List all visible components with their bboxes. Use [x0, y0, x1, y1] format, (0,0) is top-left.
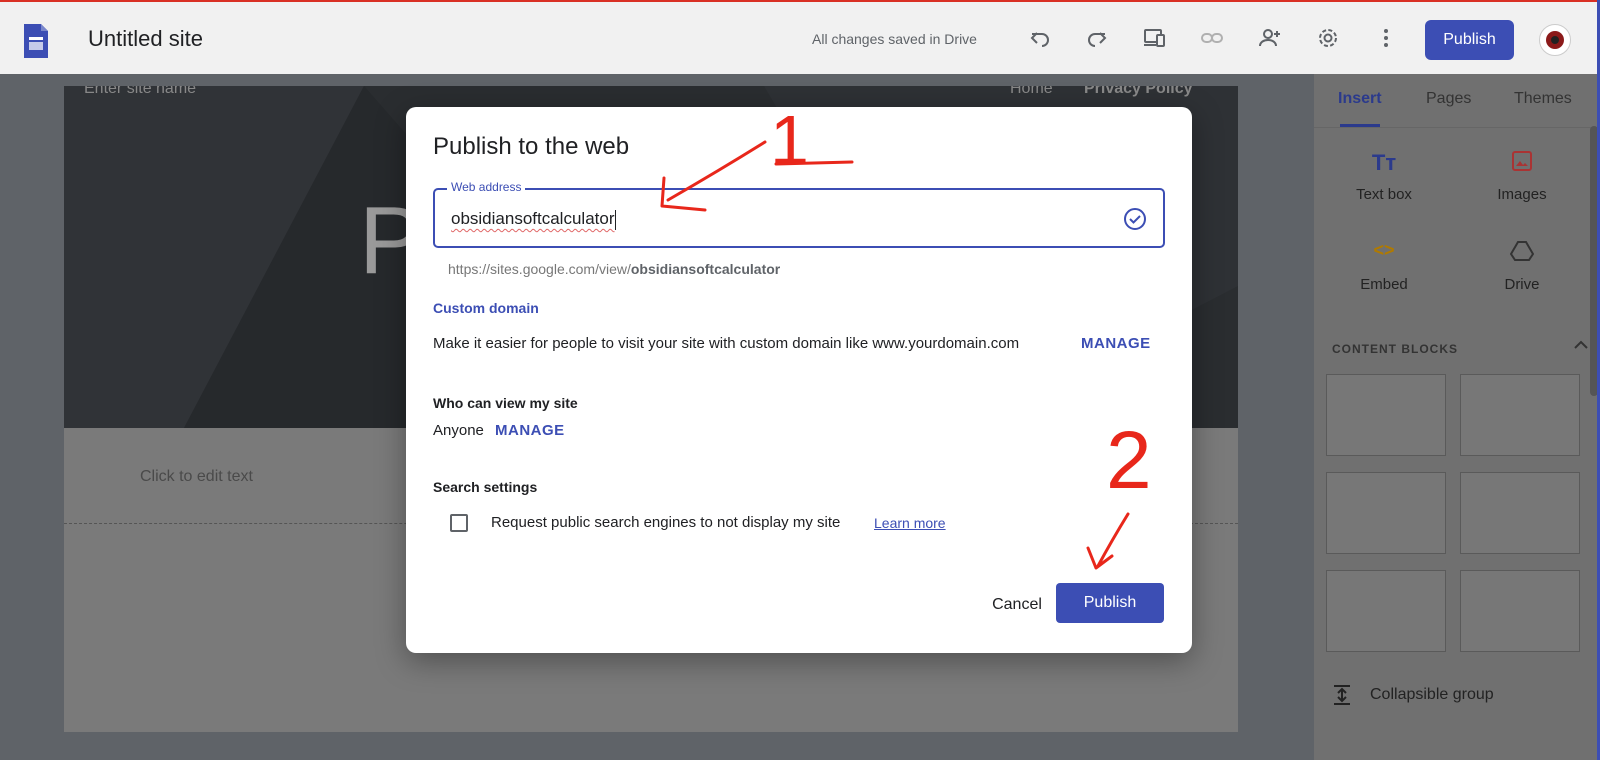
- dialog-title: Publish to the web: [433, 133, 630, 160]
- content-blocks-heading: CONTENT BLOCKS: [1332, 342, 1458, 356]
- publish-button[interactable]: Publish: [1056, 583, 1164, 623]
- preview-devices-icon[interactable]: [1140, 24, 1168, 52]
- google-sites-logo-icon[interactable]: [22, 22, 50, 60]
- edit-text-placeholder[interactable]: Click to edit text: [140, 468, 253, 486]
- side-panel-tabs: Insert Pages Themes: [1314, 74, 1600, 128]
- collapsible-group-item[interactable]: Collapsible group: [1332, 684, 1494, 706]
- top-bar: Untitled site All changes saved in Drive…: [0, 0, 1600, 74]
- who-can-view-value: Anyone: [433, 422, 484, 439]
- manage-custom-domain-button[interactable]: MANAGE: [1081, 335, 1151, 352]
- content-block-5[interactable]: [1326, 570, 1446, 652]
- text-box-icon: Tт: [1371, 150, 1397, 175]
- web-address-field[interactable]: Web address obsidiansoftcalculator: [433, 180, 1165, 248]
- url-prefix: https://sites.google.com/view/: [448, 261, 631, 277]
- nav-site-name[interactable]: Enter site name: [84, 86, 196, 98]
- text-caret: [615, 209, 617, 230]
- active-tab-indicator: [1340, 124, 1380, 127]
- check-circle-icon: [1123, 207, 1147, 231]
- content-block-1[interactable]: [1326, 374, 1446, 456]
- content-block-3[interactable]: [1326, 472, 1446, 554]
- chevron-up-icon[interactable]: [1572, 336, 1590, 354]
- embed-icon: <>: [1373, 240, 1395, 260]
- web-address-input[interactable]: obsidiansoftcalculator: [451, 209, 617, 230]
- drive-label: Drive: [1504, 276, 1540, 293]
- publish-dialog: Publish to the web Web address obsidians…: [406, 107, 1192, 653]
- site-title[interactable]: Untitled site: [88, 26, 203, 52]
- insert-side-panel: Insert Pages Themes Tт Text box Images <…: [1314, 74, 1600, 760]
- tab-pages[interactable]: Pages: [1426, 90, 1471, 108]
- nav-home-link[interactable]: Home: [1010, 86, 1053, 98]
- insert-embed[interactable]: <> Embed: [1324, 240, 1444, 293]
- text-box-label: Text box: [1356, 186, 1412, 203]
- content-block-2[interactable]: [1460, 374, 1580, 456]
- insert-images[interactable]: Images: [1462, 150, 1582, 203]
- search-settings-heading: Search settings: [433, 479, 538, 495]
- more-vert-icon[interactable]: [1372, 24, 1400, 52]
- search-engine-checkbox[interactable]: [450, 514, 468, 532]
- custom-domain-heading: Custom domain: [433, 300, 539, 316]
- images-label: Images: [1497, 186, 1547, 203]
- url-preview: https://sites.google.com/view/obsidianso…: [448, 261, 780, 277]
- content-block-6[interactable]: [1460, 570, 1580, 652]
- insert-drive[interactable]: Drive: [1462, 240, 1582, 293]
- account-avatar[interactable]: [1539, 24, 1571, 56]
- tab-themes[interactable]: Themes: [1514, 90, 1572, 108]
- images-icon: [1462, 150, 1582, 180]
- collapsible-group-label: Collapsible group: [1370, 686, 1494, 703]
- share-add-person-icon[interactable]: [1256, 24, 1284, 52]
- drive-icon: [1462, 240, 1582, 270]
- settings-gear-icon[interactable]: [1314, 24, 1342, 52]
- tab-insert[interactable]: Insert: [1338, 90, 1382, 108]
- top-publish-button[interactable]: Publish: [1425, 20, 1514, 60]
- custom-domain-description: Make it easier for people to visit your …: [433, 335, 1020, 352]
- cancel-button[interactable]: Cancel: [974, 585, 1060, 625]
- insert-text-box[interactable]: Tт Text box: [1324, 150, 1444, 203]
- content-block-4[interactable]: [1460, 472, 1580, 554]
- who-can-view-heading: Who can view my site: [433, 395, 578, 411]
- save-status: All changes saved in Drive: [812, 31, 977, 47]
- learn-more-link[interactable]: Learn more: [874, 515, 946, 531]
- manage-visibility-button[interactable]: MANAGE: [495, 422, 565, 439]
- web-address-value: obsidiansoftcalculator: [451, 209, 615, 228]
- nav-privacy-link[interactable]: Privacy Policy: [1084, 86, 1193, 98]
- collapsible-group-icon: [1334, 685, 1350, 705]
- link-icon[interactable]: [1198, 24, 1226, 52]
- search-engine-checkbox-label[interactable]: Request public search engines to not dis…: [491, 514, 840, 531]
- undo-icon[interactable]: [1026, 24, 1054, 52]
- embed-label: Embed: [1360, 276, 1408, 293]
- redo-icon[interactable]: [1083, 24, 1111, 52]
- web-address-label: Web address: [447, 180, 526, 194]
- url-slug: obsidiansoftcalculator: [630, 261, 781, 277]
